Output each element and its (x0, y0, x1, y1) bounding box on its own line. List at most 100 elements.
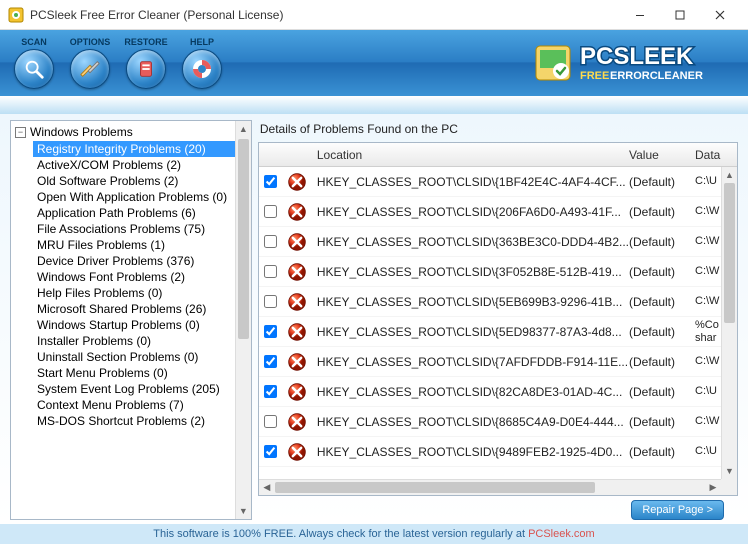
table-row[interactable]: HKEY_CLASSES_ROOT\CLSID\{82CA8DE3-01AD-4… (259, 377, 737, 407)
repair-page-button[interactable]: Repair Page > (631, 500, 724, 520)
error-icon (283, 292, 311, 312)
tree-scroll-thumb[interactable] (238, 139, 249, 339)
tree-item[interactable]: Installer Problems (0) (33, 333, 251, 349)
row-checkbox[interactable] (264, 235, 277, 248)
row-checkbox[interactable] (264, 415, 277, 428)
tree-item[interactable]: Old Software Problems (2) (33, 173, 251, 189)
grid-vscrollbar[interactable]: ▲ ▼ (721, 167, 737, 479)
row-checkbox[interactable] (264, 265, 277, 278)
row-location: HKEY_CLASSES_ROOT\CLSID\{1BF42E4C-4AF4-4… (311, 175, 629, 189)
row-checkbox[interactable] (264, 175, 277, 188)
grid-vscroll-thumb[interactable] (724, 183, 735, 323)
tree-scrollbar[interactable]: ▲ ▼ (235, 121, 251, 519)
error-icon (283, 352, 311, 372)
row-value: (Default) (629, 355, 695, 369)
row-location: HKEY_CLASSES_ROOT\CLSID\{206FA6D0-A493-4… (311, 205, 629, 219)
minimize-button[interactable] (620, 0, 660, 30)
magnifier-icon (23, 58, 45, 80)
tree-item[interactable]: Context Menu Problems (7) (33, 397, 251, 413)
row-location: HKEY_CLASSES_ROOT\CLSID\{9489FEB2-1925-4… (311, 445, 629, 459)
tree-item[interactable]: ActiveX/COM Problems (2) (33, 157, 251, 173)
tree-item[interactable]: File Associations Problems (75) (33, 221, 251, 237)
tree-item[interactable]: System Event Log Problems (205) (33, 381, 251, 397)
brand-icon (534, 44, 572, 82)
table-row[interactable]: HKEY_CLASSES_ROOT\CLSID\{1BF42E4C-4AF4-4… (259, 167, 737, 197)
grid-scroll-corner (721, 479, 737, 495)
error-icon (283, 232, 311, 252)
table-row[interactable]: HKEY_CLASSES_ROOT\CLSID\{5EB699B3-9296-4… (259, 287, 737, 317)
tree-item[interactable]: Microsoft Shared Problems (26) (33, 301, 251, 317)
error-icon (283, 322, 311, 342)
grid-header: Location Value Data (259, 143, 737, 167)
app-icon (8, 7, 24, 23)
tree-root[interactable]: − Windows Problems (15, 125, 251, 139)
tree-item[interactable]: Registry Integrity Problems (20) (33, 141, 251, 157)
row-location: HKEY_CLASSES_ROOT\CLSID\{7AFDFDDB-F914-1… (311, 355, 629, 369)
row-checkbox[interactable] (264, 355, 277, 368)
sub-toolbar-gradient (0, 96, 748, 114)
options-button[interactable]: OPTIONS (64, 37, 116, 89)
row-checkbox[interactable] (264, 295, 277, 308)
close-button[interactable] (700, 0, 740, 30)
footer-brand-link[interactable]: PCSleek.com (528, 528, 595, 540)
row-location: HKEY_CLASSES_ROOT\CLSID\{363BE3C0-DDD4-4… (311, 235, 629, 249)
tree-item[interactable]: Windows Startup Problems (0) (33, 317, 251, 333)
scroll-up-icon[interactable]: ▲ (722, 167, 737, 183)
details-grid: Location Value Data HKEY_CLASSES_ROOT\CL… (258, 142, 738, 496)
tree-root-label: Windows Problems (30, 125, 133, 139)
tree-item[interactable]: MRU Files Problems (1) (33, 237, 251, 253)
tree-item[interactable]: Open With Application Problems (0) (33, 189, 251, 205)
error-icon (283, 262, 311, 282)
tree-item[interactable]: Application Path Problems (6) (33, 205, 251, 221)
table-row[interactable]: HKEY_CLASSES_ROOT\CLSID\{5ED98377-87A3-4… (259, 317, 737, 347)
tree-item[interactable]: MS-DOS Shortcut Problems (2) (33, 413, 251, 429)
row-value: (Default) (629, 325, 695, 339)
row-value: (Default) (629, 445, 695, 459)
grid-hscrollbar[interactable]: ◀ ▶ (259, 479, 721, 495)
tree-item[interactable]: Uninstall Section Problems (0) (33, 349, 251, 365)
brand-name: PCSLEEK (580, 43, 694, 70)
window-title: PCSleek Free Error Cleaner (Personal Lic… (30, 8, 620, 22)
table-row[interactable]: HKEY_CLASSES_ROOT\CLSID\{363BE3C0-DDD4-4… (259, 227, 737, 257)
scroll-down-icon[interactable]: ▼ (722, 463, 737, 479)
table-row[interactable]: HKEY_CLASSES_ROOT\CLSID\{8685C4A9-D0E4-4… (259, 407, 737, 437)
table-row[interactable]: HKEY_CLASSES_ROOT\CLSID\{3F052B8E-512B-4… (259, 257, 737, 287)
help-button[interactable]: HELP (176, 37, 228, 89)
scroll-down-icon[interactable]: ▼ (236, 503, 251, 519)
table-row[interactable]: HKEY_CLASSES_ROOT\CLSID\{206FA6D0-A493-4… (259, 197, 737, 227)
row-location: HKEY_CLASSES_ROOT\CLSID\{3F052B8E-512B-4… (311, 265, 629, 279)
row-value: (Default) (629, 175, 695, 189)
error-icon (283, 412, 311, 432)
scroll-left-icon[interactable]: ◀ (259, 480, 275, 495)
brand-sub2: ERRORCLEANER (610, 70, 703, 82)
row-checkbox[interactable] (264, 385, 277, 398)
tree-item[interactable]: Device Driver Problems (376) (33, 253, 251, 269)
restore-icon (135, 58, 157, 80)
row-checkbox[interactable] (264, 325, 277, 338)
row-checkbox[interactable] (264, 205, 277, 218)
col-location[interactable]: Location (311, 148, 629, 162)
details-title: Details of Problems Found on the PC (258, 120, 738, 142)
col-value[interactable]: Value (629, 148, 695, 162)
tree-item[interactable]: Start Menu Problems (0) (33, 365, 251, 381)
footer-text: This software is 100% FREE. Always check… (153, 528, 528, 540)
scroll-right-icon[interactable]: ▶ (705, 480, 721, 495)
grid-hscroll-thumb[interactable] (275, 482, 595, 493)
lifebuoy-icon (190, 57, 214, 81)
restore-button[interactable]: RESTORE (120, 37, 172, 89)
tree-item[interactable]: Windows Font Problems (2) (33, 269, 251, 285)
row-value: (Default) (629, 205, 695, 219)
tree-item[interactable]: Help Files Problems (0) (33, 285, 251, 301)
row-value: (Default) (629, 385, 695, 399)
row-checkbox[interactable] (264, 445, 277, 458)
tools-icon (79, 58, 101, 80)
table-row[interactable]: HKEY_CLASSES_ROOT\CLSID\{7AFDFDDB-F914-1… (259, 347, 737, 377)
table-row[interactable]: HKEY_CLASSES_ROOT\CLSID\{9489FEB2-1925-4… (259, 437, 737, 467)
brand-logo: PCSLEEK FREE ERRORCLEANER (534, 42, 740, 84)
maximize-button[interactable] (660, 0, 700, 30)
scroll-up-icon[interactable]: ▲ (236, 121, 251, 137)
row-location: HKEY_CLASSES_ROOT\CLSID\{82CA8DE3-01AD-4… (311, 385, 629, 399)
scan-button[interactable]: SCAN (8, 37, 60, 89)
col-data[interactable]: Data (695, 148, 737, 162)
collapse-icon[interactable]: − (15, 127, 26, 138)
